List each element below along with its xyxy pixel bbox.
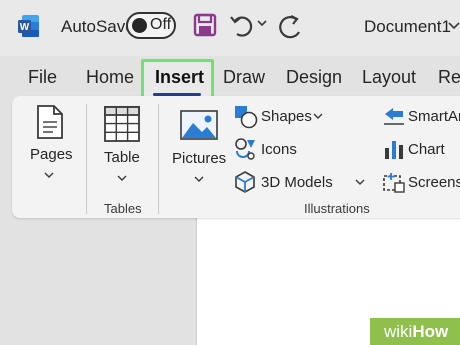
wikihow-watermark-text: wikiHow <box>384 322 448 342</box>
tab-home[interactable]: Home <box>86 67 134 88</box>
chart-button-label[interactable]: Chart <box>408 141 445 158</box>
pages-chevron-icon[interactable] <box>44 171 54 179</box>
icons-button-label[interactable]: Icons <box>261 141 297 158</box>
smartart-button-label[interactable]: SmartAr <box>408 108 460 125</box>
document-title-chevron-icon[interactable] <box>448 21 460 31</box>
tab-insert[interactable]: Insert <box>155 67 204 88</box>
undo-icon[interactable] <box>229 13 255 39</box>
pages-icon[interactable] <box>36 104 64 140</box>
redo-icon[interactable] <box>278 12 304 40</box>
table-icon[interactable] <box>104 106 140 142</box>
shapes-chevron-icon[interactable] <box>313 112 323 120</box>
autosave-label: AutoSave <box>61 17 135 36</box>
shapes-button-label[interactable]: Shapes <box>261 108 312 125</box>
icons-insert-icon[interactable] <box>234 137 256 161</box>
tab-design[interactable]: Design <box>286 67 342 88</box>
pages-button-label[interactable]: Pages <box>30 146 73 163</box>
pictures-icon[interactable] <box>180 110 218 140</box>
smartart-icon[interactable] <box>383 106 405 126</box>
watermark-wiki: wiki <box>384 322 413 341</box>
table-chevron-icon[interactable] <box>117 174 127 182</box>
table-button-label[interactable]: Table <box>104 149 140 166</box>
shapes-icon[interactable] <box>234 105 258 129</box>
tab-references[interactable]: Re <box>438 67 460 88</box>
3d-models-chevron-icon[interactable] <box>355 178 365 186</box>
undo-dropdown-chevron-icon[interactable] <box>257 18 267 28</box>
document-title[interactable]: Document1 <box>364 17 451 37</box>
screenshot-icon[interactable] <box>383 171 405 193</box>
watermark-how: How <box>412 322 449 341</box>
tab-layout[interactable]: Layout <box>362 67 416 88</box>
illustrations-group-label: Illustrations <box>304 201 370 216</box>
autosave-toggle[interactable]: Off <box>126 12 176 39</box>
3d-models-button-label[interactable]: 3D Models <box>261 174 333 191</box>
tab-file[interactable]: File <box>28 67 57 88</box>
ribbon-divider <box>86 104 87 214</box>
ribbon-divider <box>158 104 159 214</box>
svg-text:W: W <box>20 22 30 33</box>
pictures-chevron-icon[interactable] <box>194 175 204 183</box>
pictures-button-label[interactable]: Pictures <box>172 150 226 167</box>
word-logo-icon[interactable]: W <box>18 14 40 38</box>
3d-models-icon[interactable] <box>234 171 256 193</box>
save-icon[interactable] <box>193 13 217 37</box>
screenshot-button-label[interactable]: Screens <box>408 174 460 191</box>
chart-icon[interactable] <box>383 138 405 160</box>
tab-draw[interactable]: Draw <box>223 67 265 88</box>
autosave-state: Off <box>150 16 172 33</box>
tables-group-label: Tables <box>104 201 142 216</box>
toggle-knob <box>132 18 147 33</box>
